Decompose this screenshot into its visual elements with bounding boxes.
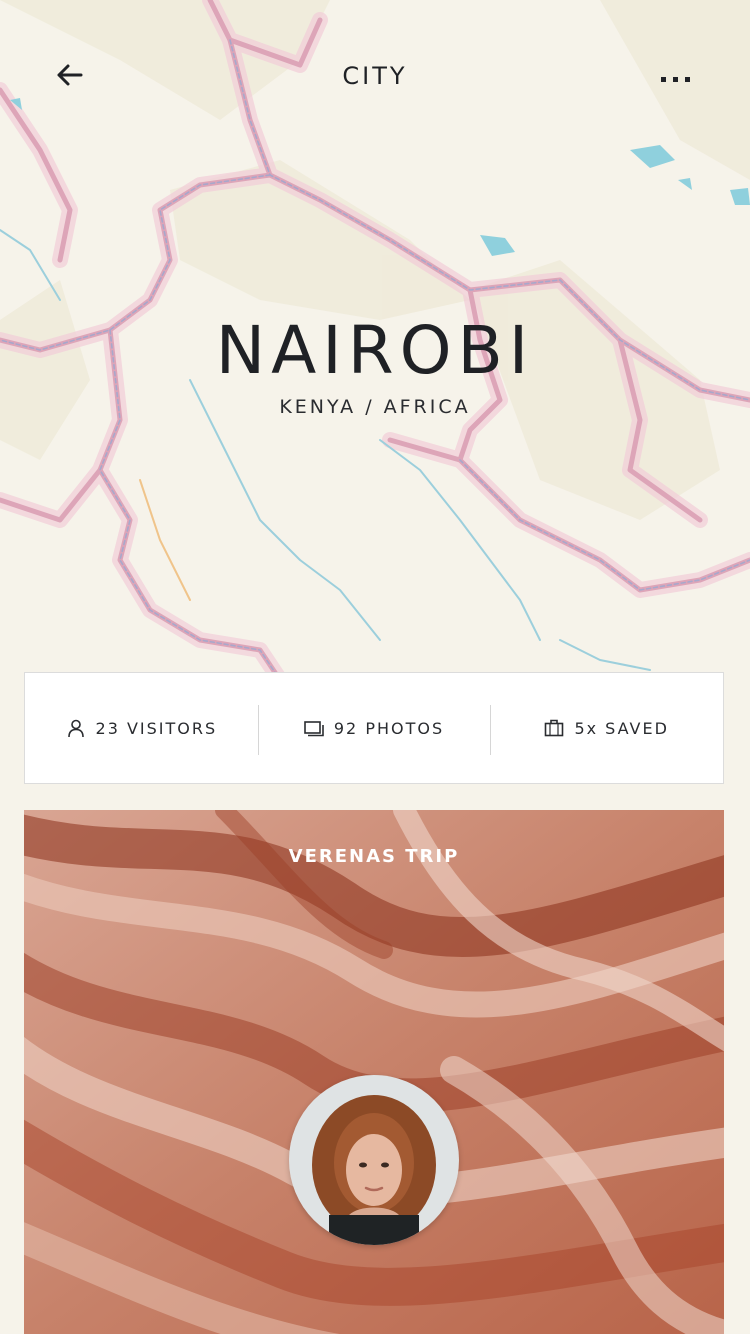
stat-visitors[interactable]: 23 VISITORS: [25, 673, 258, 783]
user-icon: [66, 718, 86, 738]
city-name: NAIROBI: [215, 312, 535, 389]
stat-visitors-label: 23 VISITORS: [95, 718, 218, 738]
more-horizontal-icon: [661, 68, 691, 87]
avatar[interactable]: [289, 1075, 459, 1245]
stats-bar: 23 VISITORS 92 PHOTOS 5x SAVED: [24, 672, 724, 784]
stat-saved-label: 5x SAVED: [574, 718, 669, 738]
more-options-button[interactable]: [650, 56, 702, 98]
header-bar: CITY: [0, 0, 750, 150]
city-location: KENYA / AFRICA: [279, 396, 471, 418]
stat-saved[interactable]: 5x SAVED: [490, 673, 723, 783]
stat-photos[interactable]: 92 PHOTOS: [257, 673, 491, 783]
photos-icon: [304, 718, 324, 738]
stat-photos-label: 92 PHOTOS: [333, 718, 445, 738]
trip-title: VERENAS TRIP: [288, 846, 460, 867]
briefcase-icon: [544, 718, 564, 738]
header-title: CITY: [342, 62, 408, 90]
trip-cover-image: [24, 810, 724, 1334]
trip-card[interactable]: VERENAS TRIP: [24, 810, 724, 1334]
